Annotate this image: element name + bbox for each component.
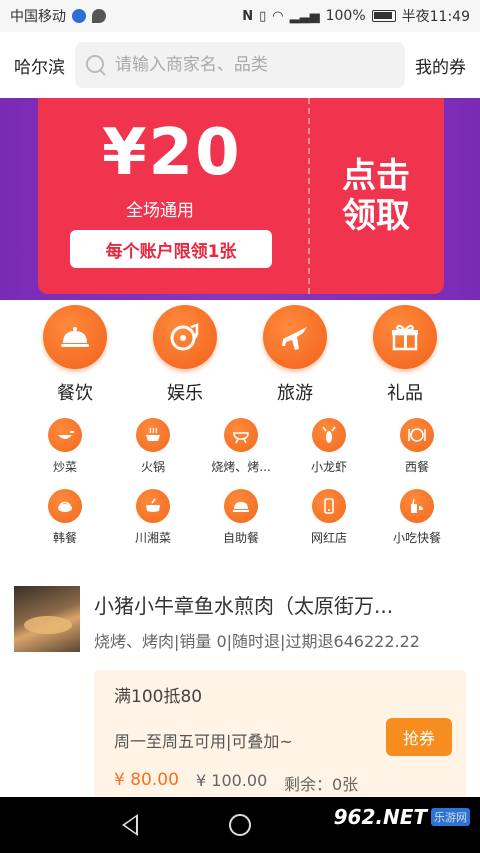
grill-icon <box>224 418 258 452</box>
coupon-amount: ¥20 <box>102 116 242 190</box>
shield-icon <box>72 9 86 23</box>
subcategory-label: 西餐 <box>404 460 429 474</box>
music-disc-icon <box>153 305 217 369</box>
status-left: 中国移动 <box>10 6 106 26</box>
category-entertainment[interactable]: 娱乐 <box>130 305 240 410</box>
category-dining[interactable]: 餐饮 <box>20 305 130 410</box>
phone-icon <box>312 489 346 523</box>
shop-meta: 烧烤、烤肉|销量 0|随时退|过期退646222.22 <box>94 632 420 651</box>
shop-thumbnail <box>14 586 80 652</box>
deal-card[interactable]: 满100抵80 周一至周五可用|可叠加~ 抢券 ¥ 80.00 ¥ 100.00… <box>94 670 466 798</box>
coupon-card[interactable]: ¥20 全场通用 每个账户限领1张 点击领取 <box>38 98 444 294</box>
watermark-sub: 乐游网 <box>431 808 470 826</box>
subcategory-trending[interactable]: 网红店 <box>285 489 373 546</box>
deal-remaining: 剩余：0张 <box>284 775 359 794</box>
home-icon[interactable] <box>229 814 251 836</box>
search-icon <box>85 54 105 76</box>
shop-card[interactable]: 小猪小牛章鱼水煎肉（太原街万... 烧烤、烤肉|销量 0|随时退|过期退6462… <box>0 578 480 798</box>
deal-title: 满100抵80 <box>114 687 203 707</box>
subcategory-korean[interactable]: 韩餐 <box>21 489 109 546</box>
category-label: 餐饮 <box>57 383 93 404</box>
gift-icon <box>373 305 437 369</box>
shop-name[interactable]: 小猪小牛章鱼水煎肉（太原街万... <box>94 590 464 619</box>
signal-icon: ▂▃▅ <box>289 8 320 24</box>
status-right: N ▯ ◠ ▂▃▅ 100% 半夜11:49 <box>242 6 470 26</box>
watermark: 962.NET 乐游网 <box>334 805 470 829</box>
crayfish-icon <box>312 418 346 452</box>
deal-original-price: ¥ 100.00 <box>196 771 268 790</box>
main-categories: 餐饮 娱乐 旅游 礼品 <box>0 305 480 410</box>
wok-icon <box>48 418 82 452</box>
category-label: 旅游 <box>277 383 313 404</box>
hotpot-icon <box>136 418 170 452</box>
back-icon[interactable] <box>122 814 138 836</box>
subcategory-buffet[interactable]: 自助餐 <box>197 489 285 546</box>
coupon-scope: 全场通用 <box>126 201 194 221</box>
grab-coupon-button[interactable]: 抢券 <box>386 718 452 756</box>
subcategory-hotpot[interactable]: 火锅 <box>109 418 197 475</box>
sub-categories: 炒菜 火锅 烧烤、烤... 小龙虾 西餐 韩餐 川湘菜 自助餐 网红店 小吃快餐 <box>0 418 480 546</box>
subcategory-snacks[interactable]: 小吃快餐 <box>373 489 461 546</box>
status-bar: 中国移动 N ▯ ◠ ▂▃▅ 100% 半夜11:49 <box>0 0 480 32</box>
category-label: 礼品 <box>387 383 423 404</box>
dish-cover-icon <box>43 305 107 369</box>
subcategory-label: 网红店 <box>310 531 347 545</box>
subcategory-label: 自助餐 <box>222 531 259 545</box>
coupon-limit: 每个账户限领1张 <box>70 230 272 268</box>
battery-percent: 100% <box>325 8 366 24</box>
vibrate-icon: ▯ <box>259 8 267 24</box>
subcategory-crayfish[interactable]: 小龙虾 <box>285 418 373 475</box>
nfc-icon: N <box>242 8 254 24</box>
coupon-divider <box>308 98 310 294</box>
fastfood-icon <box>400 489 434 523</box>
city-selector[interactable]: 哈尔滨 <box>14 53 65 78</box>
subcategory-label: 小龙虾 <box>310 460 347 474</box>
subcategory-western[interactable]: 西餐 <box>373 418 461 475</box>
message-icon <box>92 9 106 23</box>
category-gifts[interactable]: 礼品 <box>350 305 460 410</box>
promo-banner[interactable]: ¥20 全场通用 每个账户限领1张 点击领取 <box>0 98 480 300</box>
deal-price: ¥ 80.00 <box>114 770 179 790</box>
subcategory-sichuan-hunan[interactable]: 川湘菜 <box>109 489 197 546</box>
coupon-right: 点击领取 <box>308 98 444 294</box>
subcategory-label: 烧烤、烤... <box>211 460 271 474</box>
subcategory-label: 火锅 <box>140 460 165 474</box>
airplane-icon <box>263 305 327 369</box>
deal-terms: 周一至周五可用|可叠加~ <box>114 732 293 751</box>
search-box[interactable] <box>75 42 405 88</box>
korean-food-icon <box>48 489 82 523</box>
category-label: 娱乐 <box>167 383 203 404</box>
buffet-icon <box>224 489 258 523</box>
coupon-left: ¥20 全场通用 每个账户限领1张 <box>38 98 308 294</box>
pot-icon <box>136 489 170 523</box>
claim-button[interactable]: 点击领取 <box>336 156 416 236</box>
subcategory-stir-fry[interactable]: 炒菜 <box>21 418 109 475</box>
my-coupons-link[interactable]: 我的券 <box>415 53 466 78</box>
top-bar: 哈尔滨 我的券 <box>0 32 480 98</box>
subcategory-label: 川湘菜 <box>134 531 171 545</box>
wifi-icon: ◠ <box>272 8 284 24</box>
search-input[interactable] <box>114 55 395 75</box>
category-travel[interactable]: 旅游 <box>240 305 350 410</box>
subcategory-bbq[interactable]: 烧烤、烤... <box>197 418 285 475</box>
system-nav-bar: 962.NET 乐游网 <box>0 797 480 853</box>
plate-icon <box>400 418 434 452</box>
subcategory-label: 炒菜 <box>52 460 77 474</box>
subcategory-label: 小吃快餐 <box>392 531 441 545</box>
watermark-logo: 962.NET <box>333 805 427 829</box>
battery-icon <box>371 10 396 22</box>
subcategory-label: 韩餐 <box>52 531 77 545</box>
clock: 半夜11:49 <box>401 9 470 25</box>
carrier-label: 中国移动 <box>10 9 66 25</box>
